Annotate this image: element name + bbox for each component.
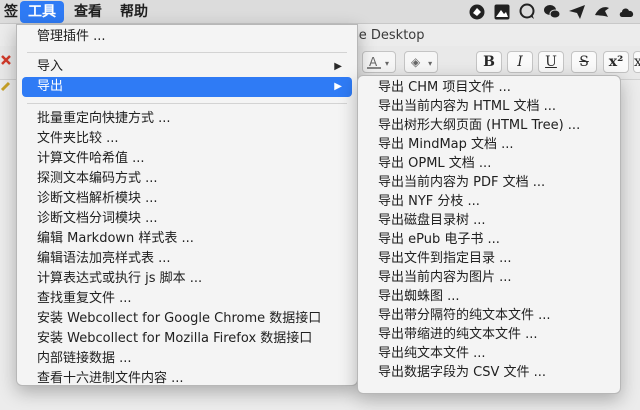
tools-menu: 管理插件 ... 导入 ▶ 导出 ▶ 批量重定向快捷方式 ... 文件夹比较 .… [16,24,358,386]
menu-item-edit-syntax-stylesheet[interactable]: 编辑语法加亮样式表 ... [22,249,352,269]
submenu-item-export-html[interactable]: 导出当前内容为 HTML 文档 ... [363,97,615,117]
menu-item-label: 探测文本编码方式 ... [37,171,158,186]
menu-item-label: 安装 Webcollect for Google Chrome 数据接口 [37,311,322,326]
menu-item-label: 管理插件 ... [37,29,106,44]
menubar-item-tools[interactable]: 工具 [20,1,64,23]
menu-item-label: 查看十六进制文件内容 ... [37,371,184,386]
menu-item-label: 编辑语法加亮样式表 ... [37,251,171,266]
submenu-item-export-mindmap[interactable]: 导出 MindMap 文档 ... [363,135,615,155]
submenu-arrow-icon: ▶ [334,61,342,72]
menu-item-edit-markdown-stylesheet[interactable]: 编辑 Markdown 样式表 ... [22,229,352,249]
submenu-item-export-spider-chart[interactable]: 导出蜘蛛图 ... [363,287,615,307]
submenu-item-export-epub[interactable]: 导出 ePub 电子书 ... [363,230,615,250]
menu-item-hex-viewer[interactable]: 查看十六进制文件内容 ... [22,369,352,389]
menu-item-label: 文件夹比较 ... [37,131,119,146]
chat-bubble-icon[interactable] [518,3,536,21]
menubar-item-help[interactable]: 帮助 [112,0,156,24]
menu-item-diagnose-tokenizer[interactable]: 诊断文档分词模块 ... [22,209,352,229]
menu-item-label: 安装 Webcollect for Mozilla Firefox 数据接口 [37,331,313,346]
menu-item-install-firefox-connector[interactable]: 安装 Webcollect for Mozilla Firefox 数据接口 [22,329,352,349]
image-icon[interactable] [493,3,511,21]
window-title: se Desktop [352,28,425,43]
submenu-item-export-delimited-text[interactable]: 导出带分隔符的纯文本文件 ... [363,306,615,326]
superscript-button[interactable]: x² [603,51,629,73]
submenu-item-export-pdf[interactable]: 导出当前内容为 PDF 文档 ... [363,173,615,193]
menu-item-manage-plugins[interactable]: 管理插件 ... [22,27,352,47]
menu-item-import[interactable]: 导入 ▶ [22,57,352,77]
font-color-button[interactable]: A ▾ [362,51,396,73]
submenu-item-export-html-tree[interactable]: 导出树形大纲页面 (HTML Tree) ... [363,116,615,136]
highlight-color-button[interactable]: ◈ ▾ [404,51,438,73]
underline-button[interactable]: U [538,51,564,73]
menu-separator [27,103,347,104]
status-tray [468,3,636,21]
menu-item-label: 导出 [37,79,64,94]
submenu-item-export-indented-text[interactable]: 导出带缩进的纯文本文件 ... [363,325,615,345]
submenu-item-export-disk-tree[interactable]: 导出磁盘目录树 ... [363,211,615,231]
menu-item-label: 导入 [37,59,64,74]
menu-item-label: 编辑 Markdown 样式表 ... [37,231,194,246]
subscript-button-partial[interactable]: x [633,51,640,73]
bold-button[interactable]: B [476,51,502,73]
menu-item-label: 内部链接数据 ... [37,351,132,366]
submenu-item-export-opml[interactable]: 导出 OPML 文档 ... [363,154,615,174]
paper-plane-icon[interactable] [568,3,586,21]
menu-item-batch-redirect-shortcuts[interactable]: 批量重定向快捷方式 ... [22,109,352,129]
cloud-icon[interactable] [618,3,636,21]
highlight-icon: ◈ [411,55,421,69]
menu-separator [27,52,347,53]
menu-item-label: 查找重复文件 ... [37,291,132,306]
menu-item-evaluate-js[interactable]: 计算表达式或执行 js 脚本 ... [22,269,352,289]
submenu-item-export-chm[interactable]: 导出 CHM 项目文件 ... [363,78,615,98]
menu-item-label: 计算文件哈希值 ... [37,151,145,166]
submenu-item-export-csv[interactable]: 导出数据字段为 CSV 文件 ... [363,363,615,383]
menu-item-label: 批量重定向快捷方式 ... [37,111,171,126]
menu-item-label: 计算表达式或执行 js 脚本 ... [37,271,203,286]
submenu-arrow-icon: ▶ [334,81,342,92]
menu-item-detect-encoding[interactable]: 探测文本编码方式 ... [22,169,352,189]
menu-item-internal-links[interactable]: 内部链接数据 ... [22,349,352,369]
submenu-item-export-files-to-folder[interactable]: 导出文件到指定目录 ... [363,249,615,269]
menubar-item-view[interactable]: 查看 [66,0,110,24]
menu-item-find-duplicates[interactable]: 查找重复文件 ... [22,289,352,309]
tag-icon[interactable] [468,3,486,21]
left-toolbar-edge [0,46,16,96]
strikethrough-button[interactable]: S [571,51,597,73]
bird-icon[interactable] [593,3,611,21]
menu-item-label: 诊断文档分词模块 ... [37,211,158,226]
submenu-item-export-plain-text[interactable]: 导出纯文本文件 ... [363,344,615,364]
menu-item-export[interactable]: 导出 ▶ [22,77,352,97]
export-submenu: 导出 CHM 项目文件 ... 导出当前内容为 HTML 文档 ... 导出树形… [357,75,621,394]
menu-item-label: 诊断文档解析模块 ... [37,191,158,206]
menu-item-diagnose-parser[interactable]: 诊断文档解析模块 ... [22,189,352,209]
submenu-item-export-image[interactable]: 导出当前内容为图片 ... [363,268,615,288]
wechat-icon[interactable] [543,3,561,21]
menu-item-file-hash[interactable]: 计算文件哈希值 ... [22,149,352,169]
menu-item-folder-compare[interactable]: 文件夹比较 ... [22,129,352,149]
menu-bar: 签 工具 查看 帮助 [0,0,640,24]
italic-button[interactable]: I [507,51,533,73]
submenu-item-export-nyf-branch[interactable]: 导出 NYF 分枝 ... [363,192,615,212]
menu-item-install-chrome-connector[interactable]: 安装 Webcollect for Google Chrome 数据接口 [22,309,352,329]
